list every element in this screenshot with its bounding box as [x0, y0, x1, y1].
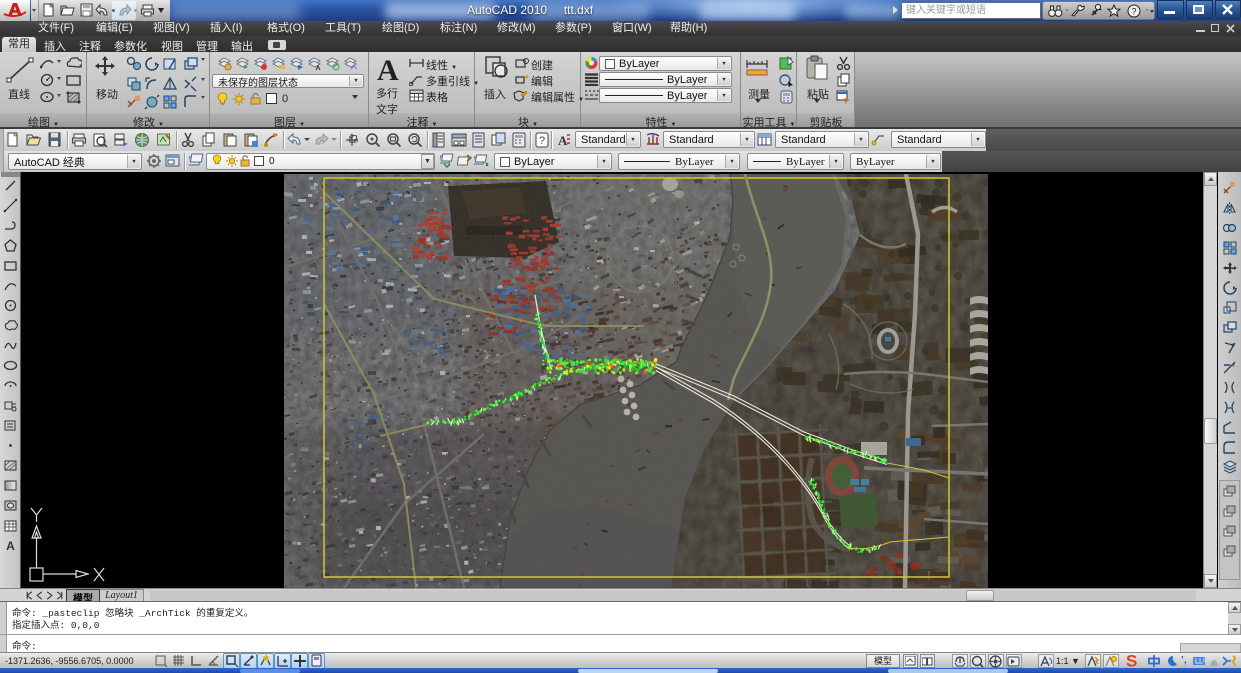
svg-text:?: ?: [1131, 6, 1136, 16]
svg-text:’,: ’,: [1181, 655, 1187, 666]
svg-text:A: A: [6, 539, 15, 553]
svg-text:A: A: [558, 133, 568, 148]
svg-text:S: S: [1126, 653, 1137, 669]
svg-text:?: ?: [539, 135, 545, 147]
